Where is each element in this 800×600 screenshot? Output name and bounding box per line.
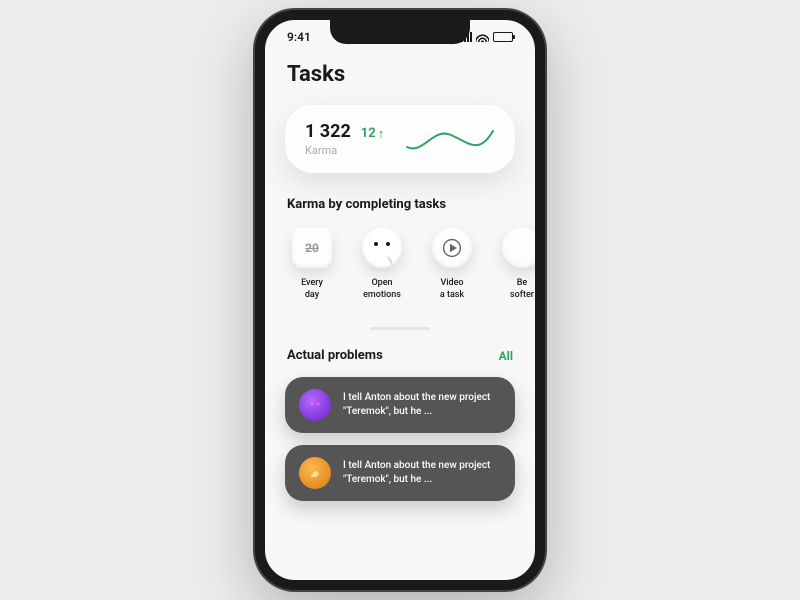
wifi-icon <box>476 33 489 42</box>
karma-card[interactable]: 1 322 12 ↑ Karma <box>285 105 515 173</box>
sparkline-icon <box>405 121 495 157</box>
divider <box>370 327 430 330</box>
problems-heading: Actual problems <box>287 348 383 363</box>
notch <box>330 20 470 44</box>
avatar-orange <box>299 457 331 489</box>
arrow-up-icon: ↑ <box>378 126 385 142</box>
tasks-heading: Karma by completing tasks <box>287 197 515 212</box>
emoji-icon <box>362 228 402 268</box>
task-row[interactable]: 20 Everyday Openemotions <box>285 228 515 311</box>
problem-card-2[interactable]: I tell Anton about the new project "Tere… <box>285 445 515 501</box>
problem-text: I tell Anton about the new project "Tere… <box>343 391 490 419</box>
karma-delta: 12 ↑ <box>361 126 384 142</box>
task-every-day[interactable]: 20 Everyday <box>287 228 337 301</box>
page-title: Tasks <box>287 62 515 87</box>
play-icon <box>432 228 472 268</box>
avatar-purple <box>299 389 331 421</box>
battery-icon <box>493 32 513 42</box>
problem-card-1[interactable]: I tell Anton about the new project "Tere… <box>285 377 515 433</box>
karma-label: Karma <box>305 144 384 157</box>
screen: Tasks 1 322 12 ↑ Karma Karma by completi… <box>265 44 535 574</box>
calendar-icon: 20 <box>292 228 332 268</box>
task-be-softer[interactable]: Besofter <box>497 228 535 301</box>
all-link[interactable]: All <box>499 349 513 363</box>
problem-text: I tell Anton about the new project "Tere… <box>343 459 490 487</box>
status-time: 9:41 <box>287 30 311 44</box>
task-video[interactable]: Videoa task <box>427 228 477 301</box>
circle-icon <box>502 228 535 268</box>
phone-frame: 9:41 Tasks 1 322 12 ↑ Karma <box>255 10 545 590</box>
task-open-emotions[interactable]: Openemotions <box>357 228 407 301</box>
karma-value: 1 322 <box>305 121 351 142</box>
